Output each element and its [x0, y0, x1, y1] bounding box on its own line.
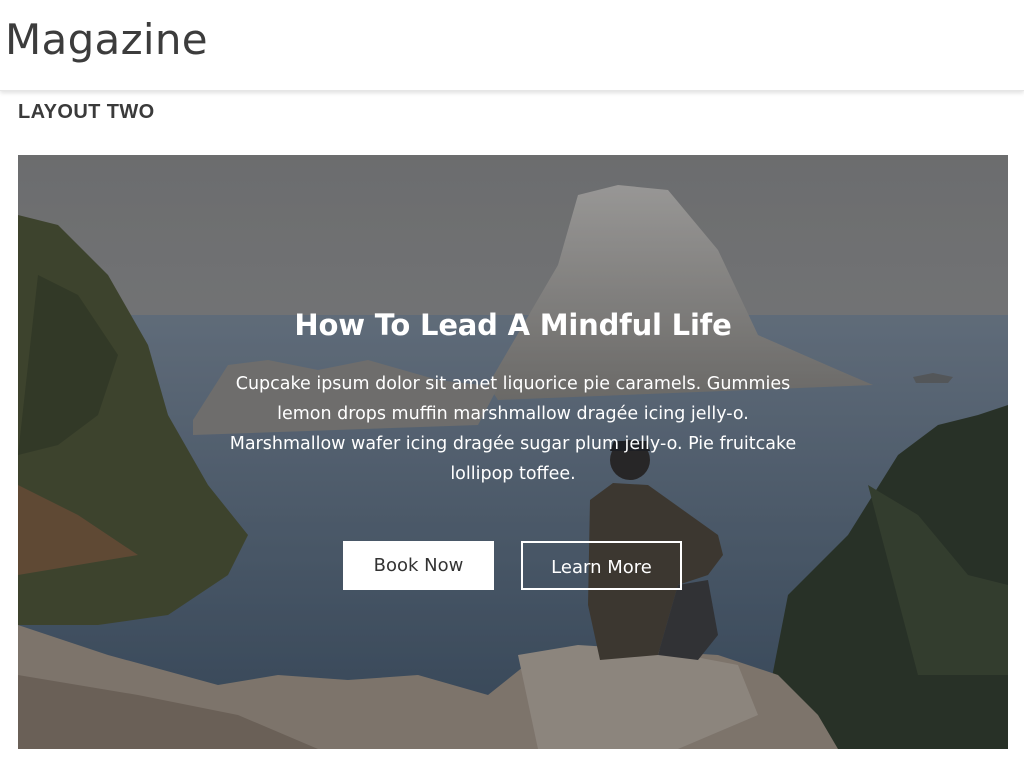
site-logo-text[interactable]: Magazine — [5, 14, 208, 66]
hero-description: Cupcake ipsum dolor sit amet liquorice p… — [229, 374, 797, 484]
hero-title: How To Lead A Mindful Life — [294, 308, 732, 342]
learn-more-button[interactable]: Learn More — [521, 541, 682, 590]
site-header: Magazine — [0, 0, 1024, 91]
book-now-button[interactable]: Book Now — [343, 541, 494, 590]
section-heading: LAYOUT TWO — [18, 101, 155, 123]
hero-content: How To Lead A Mindful Life Cupcake ipsum… — [18, 155, 1008, 749]
hero-banner: How To Lead A Mindful Life Cupcake ipsum… — [18, 155, 1008, 749]
